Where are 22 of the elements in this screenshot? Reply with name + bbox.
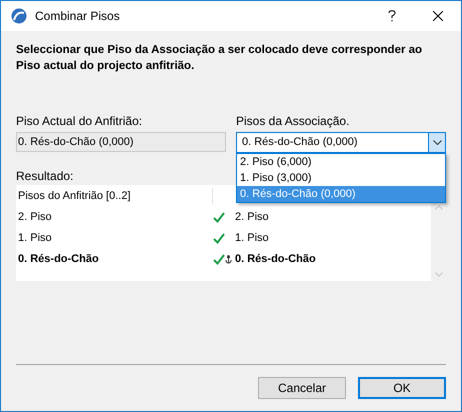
dropdown-option[interactable]: 2. Piso (6,000)	[237, 154, 445, 170]
app-logo-icon	[11, 8, 27, 24]
table-cell-text: 2. Piso	[235, 210, 269, 226]
close-icon	[433, 11, 443, 21]
table-cell-text: 1. Piso	[17, 231, 53, 246]
scroll-up-icon	[434, 205, 442, 210]
table-cell-text: 2. Piso	[17, 210, 53, 226]
dialog-button[interactable]: OK	[358, 377, 446, 399]
field-label: Pisos da Associação.	[236, 113, 350, 128]
host-story-field: 0. Rés-do-Chão (0,000)	[16, 132, 226, 152]
description-text: Seleccionar que Piso da Associação a ser colocado deve corresponder ao Piso actual do projecto anfitrião.	[16, 43, 424, 74]
table-cell-text: 1. Piso	[235, 231, 269, 246]
association-story-dropdown[interactable]: 0. Rés-do-Chão (0,000)	[236, 132, 446, 153]
window-title: Combinar Pisos	[35, 8, 120, 25]
table-cell-text: 0. Rés-do-Chão	[235, 252, 316, 268]
dialog-button[interactable]: Cancelar	[258, 377, 346, 399]
table-cell-text: 0. Rés-do-Chão	[17, 252, 100, 268]
dropdown-option[interactable]: 1. Piso (3,000)	[237, 170, 445, 186]
result-label: Resultado:	[16, 168, 74, 183]
scroll-down-icon	[434, 272, 442, 277]
column-header: Pisos do Anfitrião [0..2]	[16, 188, 213, 204]
field-label: Piso Actual do Anfitrião:	[16, 113, 144, 128]
